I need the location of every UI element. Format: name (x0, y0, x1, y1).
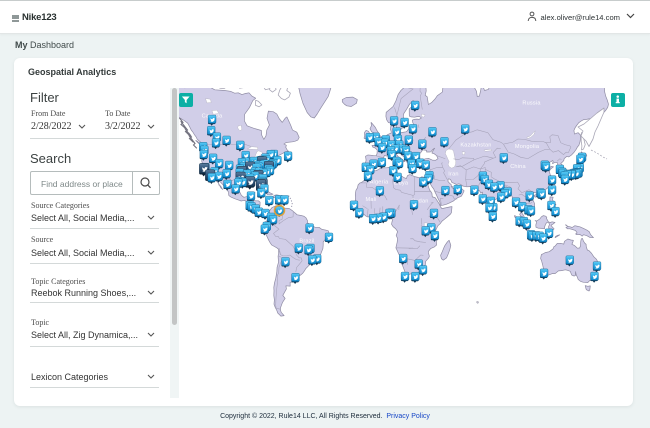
svg-text:China: China (510, 164, 526, 170)
svg-text:Iran: Iran (448, 172, 458, 178)
svg-text:Kazakhstan: Kazakhstan (460, 143, 491, 149)
svg-text:Brazil: Brazil (299, 239, 314, 245)
svg-text:Mongolia: Mongolia (515, 144, 540, 150)
svg-text:Russia: Russia (522, 101, 541, 107)
svg-text:Mali: Mali (365, 197, 376, 203)
svg-text:Algeria: Algeria (370, 180, 390, 186)
